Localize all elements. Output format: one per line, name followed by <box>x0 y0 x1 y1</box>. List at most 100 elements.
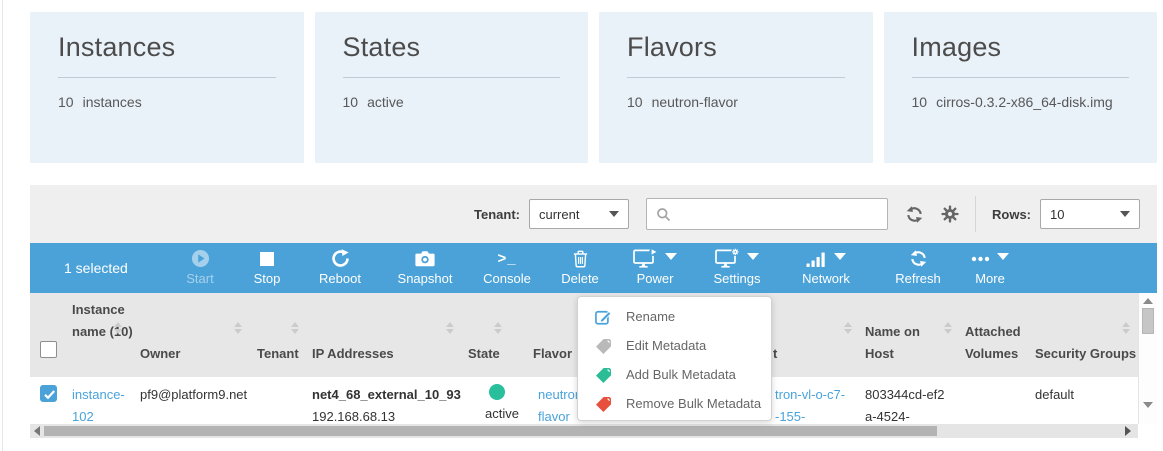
owner-cell: pf9@platform9.net <box>140 384 247 406</box>
card-divider <box>912 77 1130 78</box>
column-header-ip-addresses[interactable]: IP Addresses <box>312 343 394 365</box>
sort-arrows-icon[interactable] <box>445 322 455 334</box>
reboot-icon <box>331 249 350 268</box>
column-header-state[interactable]: State <box>468 343 500 365</box>
column-header-attached-volumes[interactable]: Attached Volumes <box>965 321 1041 365</box>
more-button[interactable]: More <box>954 247 1026 291</box>
card-title: Images <box>912 32 1130 63</box>
card-title: Instances <box>58 32 276 63</box>
menu-item-label: Edit Metadata <box>626 338 706 353</box>
vertical-scrollbar[interactable] <box>1138 293 1157 424</box>
tag-red-icon <box>595 395 613 413</box>
sort-arrows-icon[interactable] <box>493 322 503 334</box>
card-count-label: cirros-0.3.2-x86_64-disk.img <box>936 94 1113 110</box>
tenant-label: Tenant: <box>474 207 520 222</box>
button-label: Settings <box>701 271 773 286</box>
rows-select[interactable]: 10 <box>1040 199 1140 229</box>
chevron-down-icon <box>834 253 846 260</box>
network-name-cell: net4_68_external_10_93 <box>312 384 461 406</box>
button-label: Power <box>619 271 691 286</box>
card-count-value: 10 <box>58 94 74 110</box>
sort-arrows-icon[interactable] <box>1121 322 1131 334</box>
host-link-fragment[interactable]: tron-vl-o-c7- <box>775 384 845 406</box>
stop-icon <box>259 251 275 267</box>
menu-item-rename[interactable]: Rename <box>578 302 771 331</box>
desktop-play-icon <box>633 248 658 269</box>
sort-arrows-icon[interactable] <box>943 322 953 334</box>
column-header-flavor[interactable]: Flavor <box>533 343 572 365</box>
instances-page: Instances 10instances States 10active Fl… <box>0 0 1163 451</box>
button-label: Delete <box>544 271 616 286</box>
start-button[interactable]: Start <box>164 247 236 291</box>
selected-count: 1 selected <box>64 243 128 293</box>
card-images: Images 10cirros-0.3.2-x86_64-disk.img <box>884 12 1158 163</box>
vertical-scrollbar-thumb[interactable] <box>1142 308 1154 334</box>
rows-label: Rows: <box>992 207 1031 222</box>
column-header-tenant[interactable]: Tenant <box>257 343 299 365</box>
refresh-button[interactable]: Refresh <box>882 247 954 291</box>
row-checkbox[interactable] <box>40 385 57 402</box>
card-count-label: instances <box>83 94 142 110</box>
sort-arrows-icon[interactable] <box>843 322 853 334</box>
name-on-host-cell: 803344cd-ef2a-4524- <box>865 384 945 428</box>
button-label: Start <box>164 271 236 286</box>
card-divider <box>343 77 561 78</box>
tag-gray-icon <box>595 337 613 355</box>
horizontal-scrollbar-thumb[interactable] <box>44 426 937 436</box>
column-header-instance-name[interactable]: Instance name (10) <box>72 299 136 343</box>
search-input[interactable] <box>678 207 878 222</box>
horizontal-scrollbar[interactable] <box>30 424 1138 438</box>
scroll-down-icon[interactable] <box>1143 402 1153 408</box>
card-count-value: 10 <box>343 94 359 110</box>
menu-item-label: Remove Bulk Metadata <box>626 396 761 411</box>
card-divider <box>58 77 276 78</box>
camera-icon <box>415 250 435 267</box>
delete-button[interactable]: Delete <box>544 247 616 291</box>
state-active-icon <box>489 384 505 400</box>
card-divider <box>627 77 845 78</box>
tenant-select[interactable]: current <box>529 199 629 229</box>
settings-button[interactable]: Settings <box>701 247 773 291</box>
sort-arrows-icon[interactable] <box>233 322 243 334</box>
card-title: States <box>343 32 561 63</box>
column-header-host-fragment[interactable]: t <box>773 343 777 365</box>
tag-green-icon <box>595 366 613 384</box>
scroll-left-icon[interactable] <box>34 426 40 436</box>
menu-item-add-bulk-metadata[interactable]: Add Bulk Metadata <box>578 360 771 389</box>
state-cell: active <box>485 403 519 425</box>
network-button[interactable]: Network <box>790 247 862 291</box>
refresh-icon[interactable] <box>905 205 924 224</box>
search-box[interactable] <box>646 198 888 230</box>
instance-name-link[interactable]: instance-102 <box>72 384 136 428</box>
card-count-value: 10 <box>627 94 643 110</box>
tenant-select-value: current <box>539 207 579 222</box>
column-header-security-groups[interactable]: Security Groups <box>1035 343 1136 365</box>
console-button[interactable]: >_ Console <box>471 247 543 291</box>
refresh-icon <box>909 249 928 268</box>
sort-arrows-icon[interactable] <box>290 322 300 334</box>
menu-item-edit-metadata[interactable]: Edit Metadata <box>578 331 771 360</box>
action-bar: 1 selected Start Stop Reboot Snapshot <box>30 243 1157 293</box>
button-label: Network <box>790 271 862 286</box>
page-left-border <box>2 0 3 451</box>
button-label: Snapshot <box>389 271 461 286</box>
scroll-up-icon[interactable] <box>1143 298 1153 304</box>
menu-item-remove-bulk-metadata[interactable]: Remove Bulk Metadata <box>578 389 771 418</box>
chevron-down-icon <box>609 211 619 217</box>
settings-context-menu: Rename Edit Metadata Add Bulk Metadata <box>577 296 772 421</box>
scroll-right-icon[interactable] <box>1125 426 1131 436</box>
power-button[interactable]: Power <box>619 247 691 291</box>
button-label: Console <box>471 271 543 286</box>
card-flavors: Flavors 10neutron-flavor <box>599 12 873 163</box>
select-all-checkbox[interactable] <box>40 341 57 358</box>
column-header-owner[interactable]: Owner <box>140 343 180 365</box>
card-states: States 10active <box>315 12 589 163</box>
column-header-name-on-host[interactable]: Name on Host <box>865 321 937 365</box>
card-title: Flavors <box>627 32 845 63</box>
snapshot-button[interactable]: Snapshot <box>389 247 461 291</box>
reboot-button[interactable]: Reboot <box>304 247 376 291</box>
gear-icon[interactable] <box>941 205 959 223</box>
filter-divider <box>975 196 976 232</box>
sort-arrows-icon[interactable] <box>113 322 123 334</box>
stop-button[interactable]: Stop <box>231 247 303 291</box>
